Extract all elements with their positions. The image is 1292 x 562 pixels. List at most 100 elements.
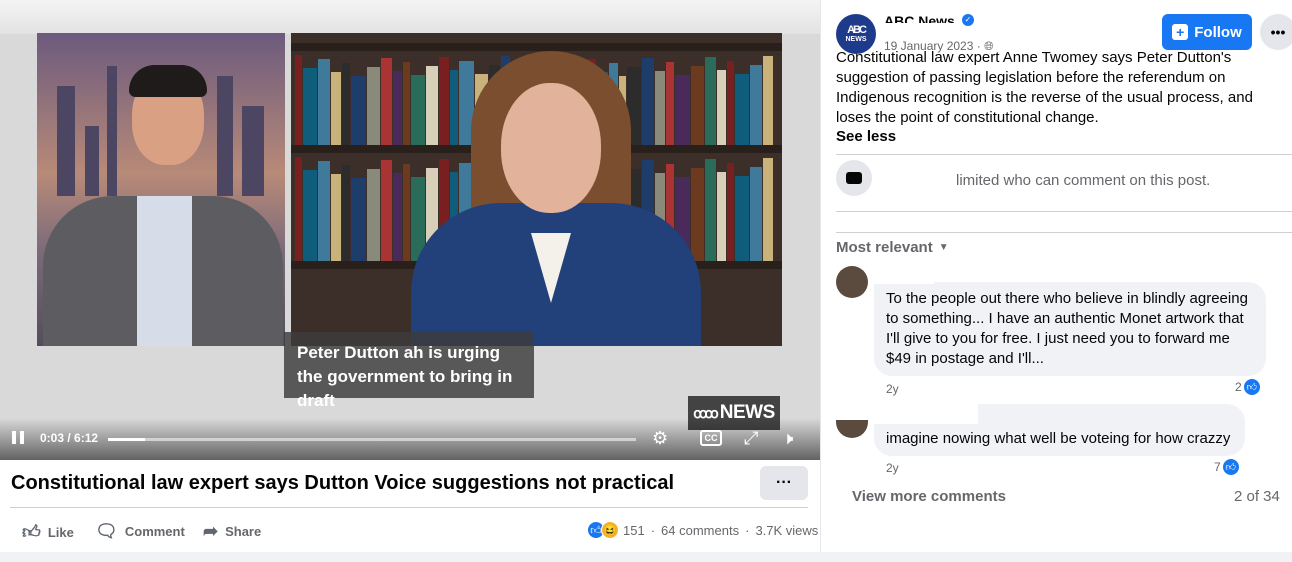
book-spine [393, 71, 402, 145]
mute-speaker-icon[interactable]: 🕨 [782, 429, 793, 447]
view-more-comments-link[interactable]: View more comments [852, 488, 1006, 505]
redacted-name-mask [874, 404, 978, 424]
comment-time[interactable]: 2y [886, 382, 899, 396]
comment-sort-dropdown[interactable]: Most relevant ▼ [836, 239, 949, 256]
stats-separator: · [745, 522, 750, 538]
comment-bubble: To the people out there who believe in b… [874, 282, 1266, 376]
share-button[interactable]: ➦ Share [203, 521, 261, 542]
book-spine [705, 57, 716, 145]
book-spine [727, 61, 734, 145]
post-description: Constitutional law expert Anne Twomey sa… [836, 49, 1253, 126]
divider [836, 232, 1292, 233]
sort-label: Most relevant [836, 239, 933, 256]
video-time: 0:03 / 6:12 [40, 431, 99, 445]
book-spine [351, 178, 366, 261]
book-spine [727, 163, 734, 261]
page-bottom-band [0, 552, 1292, 562]
divider [10, 507, 808, 508]
video-more-options-button[interactable]: ··· [760, 466, 808, 500]
skyline-building [242, 106, 264, 196]
book-spine [318, 161, 330, 261]
comment-reactions[interactable]: 2 👍︎ [1235, 378, 1261, 396]
host-video-panel [37, 33, 285, 346]
follow-plus-icon: + [1172, 24, 1189, 40]
comment-text: imagine nowing what well be voteing for … [886, 430, 1231, 447]
book-spine [393, 173, 402, 261]
verified-badge-icon: ✓ [962, 14, 974, 26]
comment-limited-notice: limited who can comment on this post. [956, 172, 1211, 189]
book-spine [351, 76, 366, 145]
book-spine [691, 66, 704, 145]
comment-like-count: 7 [1214, 460, 1221, 474]
host-shirt [137, 196, 192, 346]
page-name[interactable]: ABC News [884, 12, 955, 23]
book-spine [750, 167, 762, 261]
book-spine [450, 70, 458, 145]
book-spine [318, 59, 330, 145]
book-spine [666, 62, 674, 145]
book-spine [295, 55, 302, 145]
follow-button[interactable]: + Follow [1162, 14, 1252, 50]
bookshelf-row [291, 43, 782, 51]
comment-count[interactable]: 64 comments [661, 523, 739, 538]
guest-face [501, 83, 601, 213]
comment-limited-icon [836, 160, 872, 196]
book-spine [717, 70, 726, 145]
book-spine [717, 172, 726, 261]
closed-captions-icon[interactable]: CC [700, 430, 722, 446]
video-title: Constitutional law expert says Dutton Vo… [11, 472, 675, 494]
book-spine [381, 58, 392, 145]
view-count: 3.7K views [755, 522, 819, 538]
book-spine [642, 58, 654, 145]
settings-gear-icon[interactable]: ⚙ [652, 429, 668, 447]
book-spine [403, 164, 410, 261]
reaction-count[interactable]: 151 [623, 523, 645, 538]
divider [836, 154, 1292, 155]
skyline-building [107, 66, 117, 196]
book-spine [675, 75, 690, 145]
facebook-video-post: Peter Dutton ah is urging the government… [0, 0, 1292, 562]
guest-video-panel [291, 33, 782, 346]
comment-reactions[interactable]: 7 👍︎ [1214, 458, 1240, 476]
follow-label: Follow [1194, 23, 1242, 41]
stats-separator: · [650, 522, 656, 538]
pause-button[interactable] [12, 431, 28, 447]
commenter-avatar[interactable] [836, 420, 868, 438]
share-label: Share [225, 524, 262, 539]
book-spine [735, 74, 749, 145]
book-spine [303, 170, 317, 261]
commenter-avatar[interactable] [836, 266, 868, 298]
share-arrow-icon: ➦ [203, 521, 219, 541]
book-spine [735, 176, 749, 261]
book-spine [750, 65, 762, 145]
haha-reaction-icon[interactable]: 😆 [601, 521, 619, 539]
book-spine [331, 174, 341, 261]
caret-down-icon: ▼ [938, 242, 949, 253]
comment-button[interactable]: 🗨 Comment [95, 521, 185, 542]
book-spine [342, 63, 350, 145]
book-spine [367, 169, 380, 261]
comment-time[interactable]: 2y [886, 461, 899, 475]
book-spine [763, 158, 773, 261]
book-spine [655, 71, 665, 145]
avatar-logo-text: ABC [847, 23, 867, 36]
book-spine [439, 57, 449, 145]
skyline-building [57, 86, 75, 196]
see-less-link[interactable]: See less [836, 128, 896, 145]
book-spine [381, 160, 392, 261]
video-player[interactable]: Peter Dutton ah is urging the government… [0, 0, 820, 460]
comment-like-count: 2 [1235, 380, 1242, 394]
post-more-button[interactable]: ••• [1260, 14, 1292, 50]
video-subtitle: Peter Dutton ah is urging the government… [284, 332, 534, 410]
book-spine [303, 68, 317, 145]
like-button[interactable]: 👍︎ Like [22, 521, 74, 543]
video-progress-bar[interactable] [108, 438, 636, 441]
book-spine [403, 62, 410, 145]
divider [836, 211, 1292, 212]
like-reaction-icon: 👍︎ [1242, 378, 1261, 396]
book-spine [705, 159, 716, 261]
thumbs-up-icon: 👍︎ [22, 522, 41, 542]
fullscreen-icon[interactable]: ⤢ [744, 429, 758, 447]
host-hair [129, 65, 207, 97]
comment-text: To the people out there who believe in b… [886, 290, 1248, 367]
